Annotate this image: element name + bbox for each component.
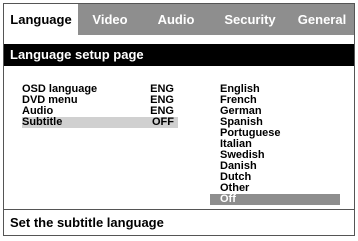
setting-value: OFF [152,116,174,128]
section-title: Language setup page [4,44,354,66]
tab-language[interactable]: Language [4,4,78,35]
tab-general[interactable]: General [290,4,354,35]
setting-subtitle[interactable]: Subtitle OFF [22,117,178,128]
tab-security[interactable]: Security [210,4,290,35]
setting-label: Subtitle [22,116,63,128]
subtitle-options-list: English French German Spanish Portuguese… [210,84,340,205]
status-bar: Set the subtitle language [4,209,354,235]
tab-audio[interactable]: Audio [142,4,210,35]
tab-bar: Language Video Audio Security General [4,4,354,35]
option-off[interactable]: Off [210,194,340,205]
tab-video[interactable]: Video [78,4,142,35]
